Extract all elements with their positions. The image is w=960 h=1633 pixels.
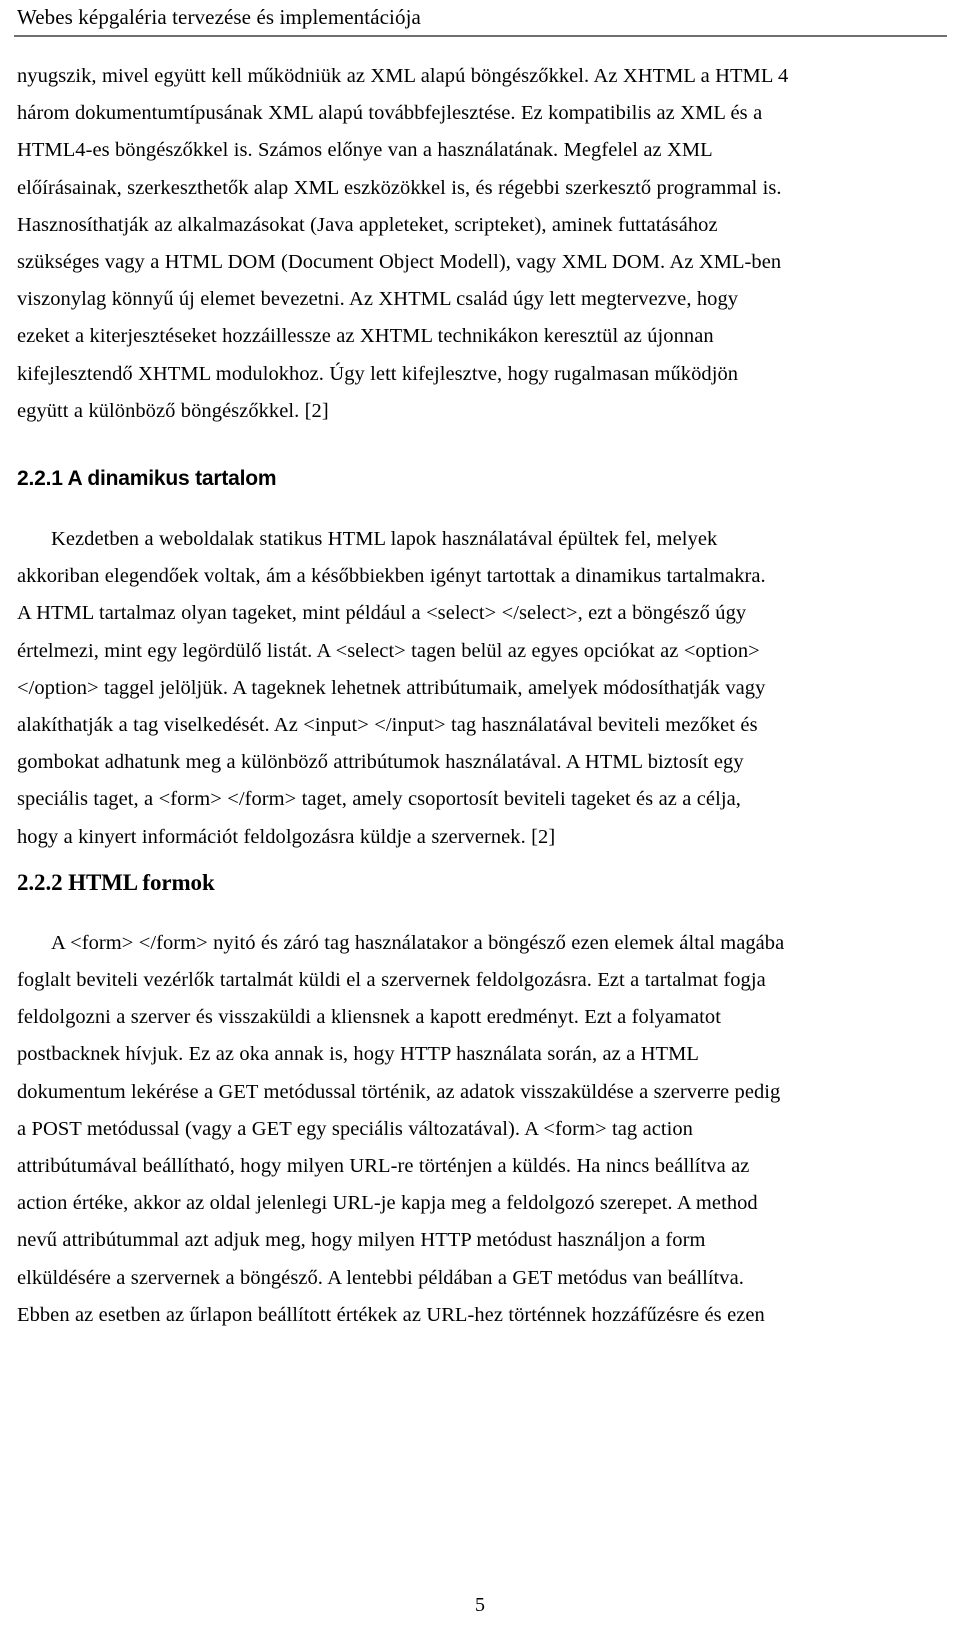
text-line: feldolgozni a szerver és visszaküldi a k… <box>17 1006 721 1029</box>
text-line: akkoriban elegendőek voltak, ám a később… <box>17 565 766 588</box>
text-line: postbacknek hívjuk. Ez az oka annak is, … <box>17 1043 699 1066</box>
text-line: speciális taget, a <form> </form> taget,… <box>17 788 741 811</box>
text-line: három dokumentumtípusának XML alapú tová… <box>17 102 763 125</box>
section-heading-2-2-1: 2.2.1 A dinamikus tartalom <box>17 467 277 491</box>
header-divider <box>14 35 947 37</box>
text-line: ezeket a kiterjesztéseket hozzáillessze … <box>17 325 714 348</box>
text-line: A <form> </form> nyitó és záró tag haszn… <box>51 931 785 954</box>
paragraph-html-forms: A <form> </form> nyitó és záró tag haszn… <box>17 925 942 1334</box>
text-line: foglalt beviteli vezérlők tartalmát küld… <box>17 969 766 992</box>
text-line: előírásainak, szerkeszthetők alap XML es… <box>17 176 782 199</box>
text-line: A HTML tartalmaz olyan tageket, mint pél… <box>17 602 747 625</box>
text-line: dokumentum lekérése a GET metódussal tör… <box>17 1080 781 1103</box>
text-line: hogy a kinyert információt feldolgozásra… <box>17 825 556 848</box>
text-line: szükséges vagy a HTML DOM (Document Obje… <box>17 251 782 274</box>
text-line: HTML4-es böngészőkkel is. Számos előnye … <box>17 139 713 162</box>
paragraph-xhtml-intro: nyugszik, mivel együtt kell működniük az… <box>17 58 942 430</box>
page-footer: 5 <box>0 1594 960 1617</box>
text-line: gombokat adhatunk meg a különböző attrib… <box>17 751 744 774</box>
header-title: Webes képgaléria tervezése és implementá… <box>17 5 421 29</box>
text-line: értelmezi, mint egy legördülő listát. A … <box>17 639 760 662</box>
page-number: 5 <box>475 1594 485 1616</box>
text-line: együtt a különböző böngészőkkel. [2] <box>17 399 329 422</box>
text-line: Hasznosíthatják az alkalmazásokat (Java … <box>17 213 718 236</box>
text-column: nyugszik, mivel együtt kell működniük az… <box>17 58 942 1334</box>
text-line: kifejlesztendő XHTML modulokhoz. Úgy let… <box>17 362 739 385</box>
text-line: nyugszik, mivel együtt kell működniük az… <box>17 65 789 87</box>
text-line: alakíthatják a tag viselkedését. Az <inp… <box>17 714 758 737</box>
text-line: action értéke, akkor az oldal jelenlegi … <box>17 1192 758 1215</box>
text-line: </option> taggel jelöljük. A tageknek le… <box>17 676 766 699</box>
section-heading-2-2-2: 2.2.2 HTML formok <box>17 869 215 895</box>
text-line: nevű attribútummal azt adjuk meg, hogy m… <box>17 1229 706 1252</box>
running-header: Webes képgaléria tervezése és implementá… <box>0 0 960 48</box>
text-line: viszonylag könnyű új elemet bevezetni. A… <box>17 288 739 311</box>
text-line: Kezdetben a weboldalak statikus HTML lap… <box>51 528 718 551</box>
paragraph-dynamic-content: Kezdetben a weboldalak statikus HTML lap… <box>17 521 942 856</box>
text-line: a POST metódussal (vagy a GET egy speciá… <box>17 1117 693 1140</box>
document-page: Webes képgaléria tervezése és implementá… <box>0 0 960 1633</box>
text-line: attribútumával beállítható, hogy milyen … <box>17 1155 750 1178</box>
text-line: elküldésére a szervernek a böngésző. A l… <box>17 1266 744 1289</box>
text-line: Ebben az esetben az űrlapon beállított é… <box>17 1303 765 1326</box>
